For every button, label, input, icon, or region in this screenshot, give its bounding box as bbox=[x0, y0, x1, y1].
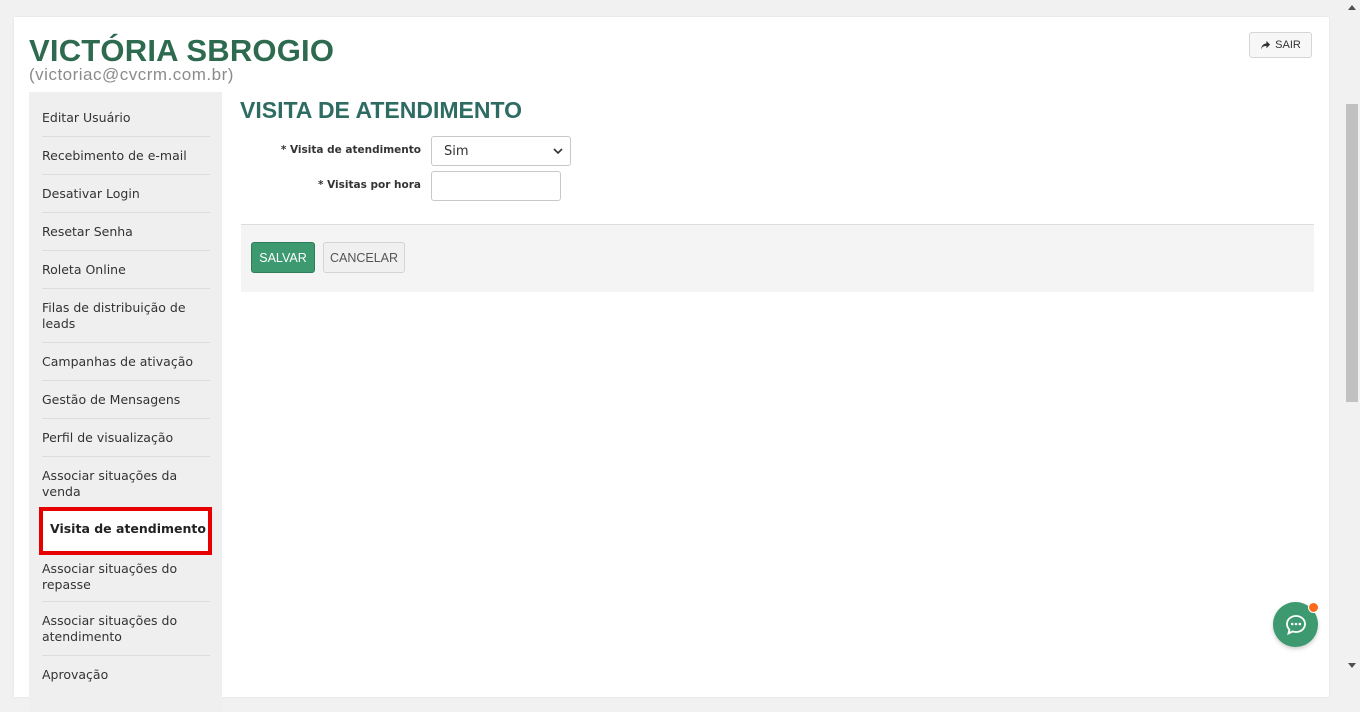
vertical-scrollbar[interactable] bbox=[1344, 0, 1360, 674]
sidebar-item-label: Campanhas de ativação bbox=[42, 354, 194, 369]
sidebar-item-resetar-senha[interactable]: Resetar Senha bbox=[42, 213, 210, 251]
chevron-down-icon bbox=[553, 148, 563, 155]
sidebar-item-roleta-online[interactable]: Roleta Online bbox=[42, 251, 210, 289]
scroll-up-arrow-icon[interactable] bbox=[1348, 4, 1356, 10]
sidebar-item-label: Roleta Online bbox=[42, 262, 126, 277]
sidebar-item-label: Associar situações da venda bbox=[42, 468, 178, 499]
user-email: (victoriac@cvcrm.com.br) bbox=[29, 65, 234, 84]
sidebar-item-campanhas-ativacao[interactable]: Campanhas de ativação bbox=[42, 343, 210, 381]
sidebar-item-label: Visita de atendimento bbox=[50, 521, 206, 536]
visitas-por-hora-label: * Visitas por hora bbox=[317, 179, 421, 191]
sidebar-item-label: Gestão de Mensagens bbox=[42, 392, 181, 407]
logout-label: SAIR bbox=[1275, 39, 1301, 51]
sidebar-item-associar-situacoes-repasse[interactable]: Associar situações do repasse bbox=[42, 555, 210, 602]
share-arrow-icon bbox=[1261, 40, 1271, 50]
sidebar-item-label: Perfil de visualização bbox=[42, 430, 174, 445]
form-actions-bar: SALVAR CANCELAR bbox=[241, 224, 1314, 292]
scrollbar-thumb[interactable] bbox=[1346, 104, 1358, 402]
sidebar-item-label: Associar situações do atendimento bbox=[42, 613, 178, 644]
sidebar-item-visita-atendimento[interactable]: Visita de atendimento bbox=[39, 507, 212, 555]
chat-bubble-icon bbox=[1285, 614, 1306, 635]
sidebar-item-label: Resetar Senha bbox=[42, 224, 133, 239]
cancel-button[interactable]: CANCELAR bbox=[323, 242, 405, 273]
sidebar: Editar Usuário Recebimento de e-mail Des… bbox=[29, 92, 222, 712]
sidebar-item-label: Recebimento de e-mail bbox=[42, 148, 187, 163]
sidebar-item-aprovacao[interactable]: Aprovação bbox=[42, 656, 210, 694]
sidebar-item-associar-situacoes-venda[interactable]: Associar situações da venda bbox=[42, 457, 210, 511]
sidebar-item-desativar-login[interactable]: Desativar Login bbox=[42, 175, 210, 213]
logout-button[interactable]: SAIR bbox=[1249, 32, 1312, 58]
notification-dot bbox=[1308, 602, 1319, 613]
visita-atendimento-select[interactable]: Sim bbox=[431, 136, 571, 166]
sidebar-item-editar-usuario[interactable]: Editar Usuário bbox=[42, 105, 210, 137]
sidebar-item-gestao-mensagens[interactable]: Gestão de Mensagens bbox=[42, 381, 210, 419]
sidebar-item-perfil-visualizacao[interactable]: Perfil de visualização bbox=[42, 419, 210, 457]
sidebar-item-label: Filas de distribuição de leads bbox=[42, 300, 186, 331]
page-title: VISITA DE ATENDIMENTO bbox=[240, 97, 522, 123]
main-card: VICTÓRIA SBROGIO (victoriac@cvcrm.com.br… bbox=[14, 17, 1329, 712]
visitas-por-hora-input[interactable] bbox=[431, 171, 561, 201]
sidebar-item-associar-situacoes-atendimento[interactable]: Associar situações do atendimento bbox=[42, 602, 210, 656]
sidebar-item-filas-distribuicao[interactable]: Filas de distribuição de leads bbox=[42, 289, 210, 343]
sidebar-item-recebimento-email[interactable]: Recebimento de e-mail bbox=[42, 137, 210, 175]
scroll-down-arrow-icon[interactable] bbox=[1348, 663, 1356, 669]
sidebar-item-label: Desativar Login bbox=[42, 186, 140, 201]
save-button[interactable]: SALVAR bbox=[251, 242, 315, 273]
visita-atendimento-value: Sim bbox=[444, 143, 469, 159]
visita-atendimento-label: * Visita de atendimento bbox=[280, 144, 421, 156]
sidebar-item-label: Aprovação bbox=[42, 667, 109, 682]
sidebar-item-label: Associar situações do repasse bbox=[42, 561, 178, 592]
sidebar-item-label: Editar Usuário bbox=[42, 110, 131, 125]
